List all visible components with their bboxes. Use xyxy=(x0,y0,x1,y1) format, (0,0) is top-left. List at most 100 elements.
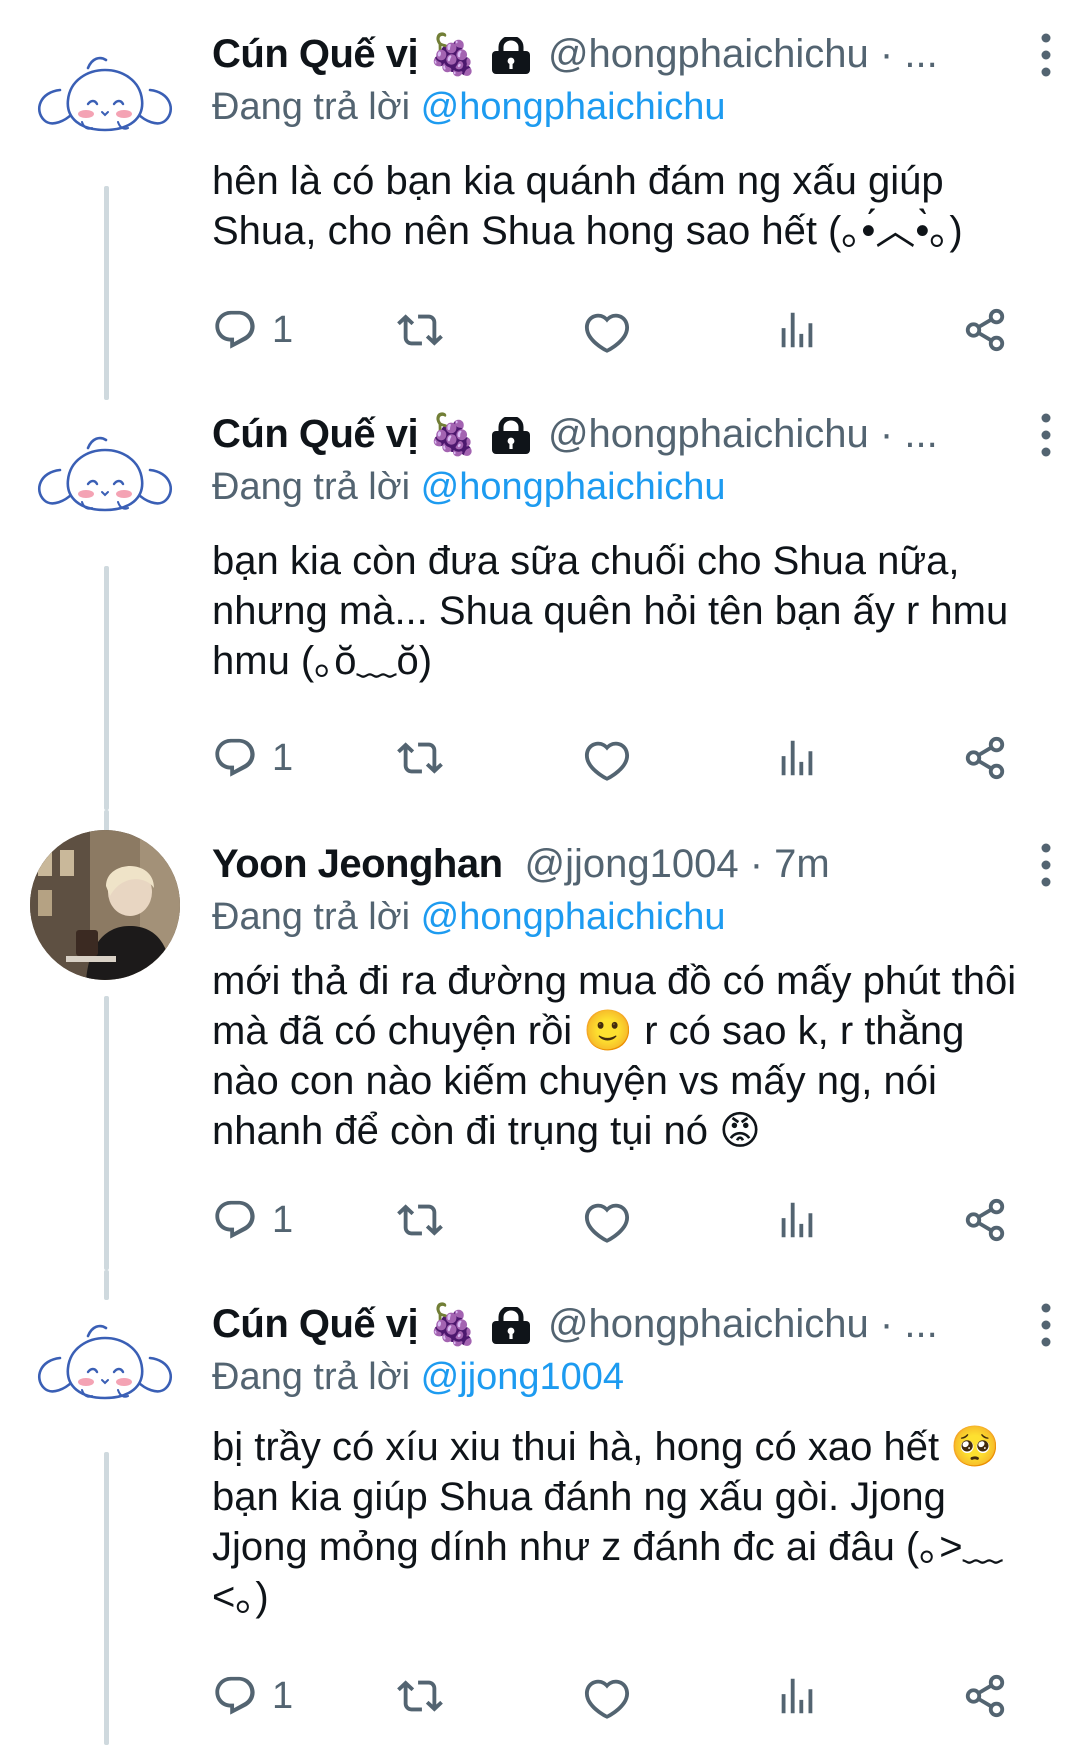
like-icon xyxy=(584,307,630,353)
action-bar: 1 xyxy=(212,728,1032,788)
retweet-button[interactable] xyxy=(397,300,443,360)
username-handle[interactable]: @hongphaichichu · ... xyxy=(548,1302,938,1347)
grapes-icon: 🍇 xyxy=(428,1301,478,1348)
display-name[interactable]: Cún Quế vị xyxy=(212,1302,419,1347)
avatar[interactable] xyxy=(30,1298,180,1448)
reply-button[interactable]: 1 xyxy=(212,1190,293,1250)
tweet-text: mới thả đi ra đường mua đồ có mấy phút t… xyxy=(212,956,1042,1156)
reply-icon xyxy=(212,307,258,353)
tweet-text: hên là có bạn kia quánh đám ng xấu giúp … xyxy=(212,159,963,253)
pleading-face-emoji: 🥺 xyxy=(950,1424,1001,1470)
lock-icon xyxy=(490,417,532,455)
reply-button[interactable]: 1 xyxy=(212,300,293,360)
text-segment: bạn kia giúp Shua đánh ng xấu gòi. Jjong… xyxy=(212,1475,1003,1619)
share-button[interactable] xyxy=(962,728,1008,788)
like-button[interactable] xyxy=(584,300,630,360)
views-icon xyxy=(774,1673,820,1719)
mention-link[interactable]: @hongphaichichu xyxy=(421,86,726,128)
replying-label: Đang trả lời xyxy=(212,896,411,938)
tweet-header: Cún Quế vị 🍇 @hongphaichichu · ... xyxy=(212,406,1060,462)
views-icon xyxy=(774,307,820,353)
replying-to: Đang trả lời @hongphaichichu xyxy=(212,896,725,939)
thread-line xyxy=(104,186,109,400)
profile-photo xyxy=(30,830,180,980)
like-button[interactable] xyxy=(584,1666,630,1726)
retweet-icon xyxy=(397,1673,443,1719)
like-button[interactable] xyxy=(584,728,630,788)
tweet-text: bạn kia còn đưa sữa chuối cho Shua nữa, … xyxy=(212,539,1009,683)
views-button[interactable] xyxy=(774,1666,820,1726)
username-handle[interactable]: @hongphaichichu · ... xyxy=(548,32,938,77)
reply-icon xyxy=(212,1197,258,1243)
username-handle[interactable]: @hongphaichichu · ... xyxy=(548,412,938,457)
like-icon xyxy=(584,735,630,781)
retweet-icon xyxy=(397,1197,443,1243)
more-icon[interactable] xyxy=(1034,410,1058,460)
like-icon xyxy=(584,1197,630,1243)
lock-icon xyxy=(490,1307,532,1345)
retweet-button[interactable] xyxy=(397,1190,443,1250)
replying-to: Đang trả lời @hongphaichichu xyxy=(212,466,725,509)
replying-label: Đang trả lời xyxy=(212,466,411,508)
display-name[interactable]: Cún Quế vị xyxy=(212,32,419,77)
tweet-text: bị trầy có xíu xiu thui hà, hong có xao … xyxy=(212,1422,1042,1622)
reply-icon xyxy=(212,1673,258,1719)
mention-link[interactable]: @hongphaichichu xyxy=(421,896,726,938)
tweet[interactable]: Cún Quế vị 🍇 @hongphaichichu · ... Đang … xyxy=(0,1270,1080,1745)
lock-icon xyxy=(490,37,532,75)
grapes-icon: 🍇 xyxy=(428,31,478,78)
reply-count: 1 xyxy=(272,1674,294,1717)
reply-count: 1 xyxy=(272,736,294,779)
slight-smile-emoji: 🙂 xyxy=(583,1008,634,1054)
thread-line xyxy=(104,996,109,1270)
mention-link[interactable]: @jjong1004 xyxy=(421,1356,624,1398)
tweet[interactable]: Cún Quế vị 🍇 @hongphaichichu · ... Đang … xyxy=(0,0,1080,400)
retweet-icon xyxy=(397,735,443,781)
replying-to: Đang trả lời @hongphaichichu xyxy=(212,86,725,129)
tweet-header: Cún Quế vị 🍇 @hongphaichichu · ... xyxy=(212,26,1060,82)
text-segment: bị trầy có xíu xiu thui hà, hong có xao … xyxy=(212,1425,951,1469)
more-icon[interactable] xyxy=(1034,30,1058,80)
more-icon[interactable] xyxy=(1034,840,1058,890)
share-button[interactable] xyxy=(962,300,1008,360)
avatar[interactable] xyxy=(30,410,180,560)
avatar[interactable] xyxy=(30,830,180,980)
retweet-icon xyxy=(397,307,443,353)
reply-button[interactable]: 1 xyxy=(212,1666,293,1726)
reply-count: 1 xyxy=(272,308,294,351)
tweet[interactable]: Cún Quế vị 🍇 @hongphaichichu · ... Đang … xyxy=(0,380,1080,810)
mention-link[interactable]: @hongphaichichu xyxy=(421,466,726,508)
views-button[interactable] xyxy=(774,300,820,360)
thread-line xyxy=(104,566,109,810)
replying-label: Đang trả lời xyxy=(212,86,411,128)
share-button[interactable] xyxy=(962,1190,1008,1250)
reply-count: 1 xyxy=(272,1198,294,1241)
share-button[interactable] xyxy=(962,1666,1008,1726)
tweet-header: Yoon Jeonghan @jjong1004 · 7m xyxy=(212,836,1060,892)
thread-line xyxy=(104,1452,109,1745)
like-button[interactable] xyxy=(584,1190,630,1250)
reply-button[interactable]: 1 xyxy=(212,728,293,788)
angry-face-emoji: 😡 xyxy=(719,1108,761,1154)
display-name[interactable]: Cún Quế vị xyxy=(212,412,419,457)
username-handle[interactable]: @jjong1004 · 7m xyxy=(525,842,830,887)
action-bar: 1 xyxy=(212,1666,1032,1726)
retweet-button[interactable] xyxy=(397,1666,443,1726)
more-icon[interactable] xyxy=(1034,1300,1058,1350)
retweet-button[interactable] xyxy=(397,728,443,788)
tweet-header: Cún Quế vị 🍇 @hongphaichichu · ... xyxy=(212,1296,1060,1352)
views-icon xyxy=(774,1197,820,1243)
avatar[interactable] xyxy=(30,30,180,180)
replying-label: Đang trả lời xyxy=(212,1356,411,1398)
replying-to: Đang trả lời @jjong1004 xyxy=(212,1356,624,1399)
thread-line xyxy=(104,1270,109,1300)
action-bar: 1 xyxy=(212,300,1032,360)
tweet[interactable]: Yoon Jeonghan @jjong1004 · 7m Đang trả l… xyxy=(0,810,1080,1270)
share-icon xyxy=(962,735,1008,781)
views-button[interactable] xyxy=(774,728,820,788)
share-icon xyxy=(962,307,1008,353)
grapes-icon: 🍇 xyxy=(428,411,478,458)
views-button[interactable] xyxy=(774,1190,820,1250)
like-icon xyxy=(584,1673,630,1719)
display-name[interactable]: Yoon Jeonghan xyxy=(212,842,503,887)
